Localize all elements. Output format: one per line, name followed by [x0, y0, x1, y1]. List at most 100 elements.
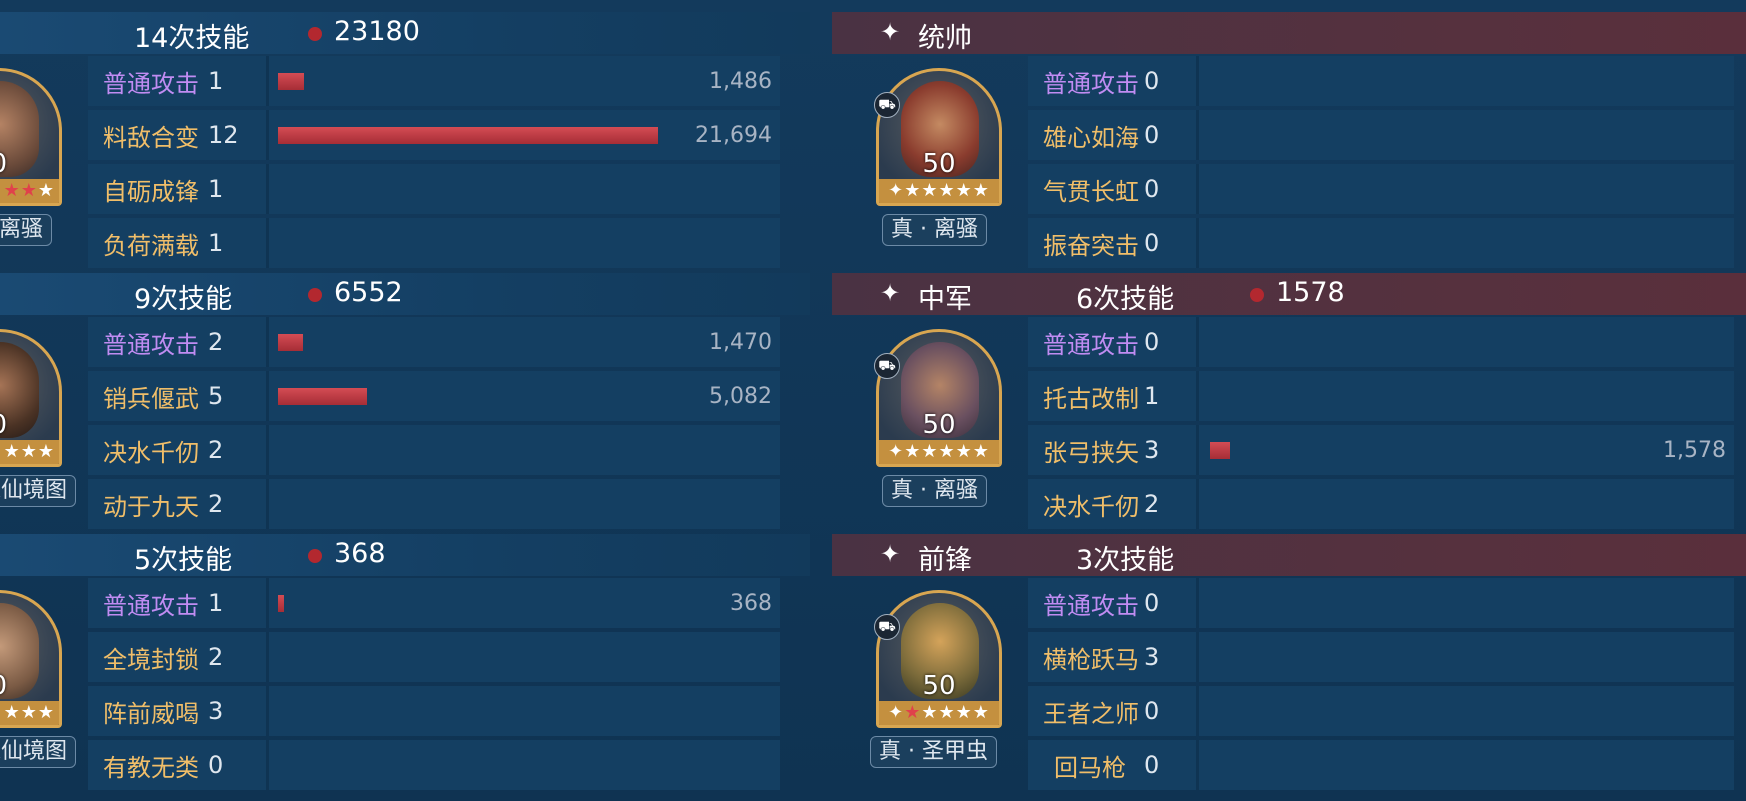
- damage-dot-icon: [308, 549, 322, 563]
- skill-row[interactable]: 有教无类 0: [88, 740, 780, 790]
- skill-name: 自砺成锋: [103, 177, 199, 206]
- section-header: 军 9次技能 6552: [0, 273, 810, 315]
- row-divider: [266, 686, 269, 736]
- sparkle-icon: ✦: [880, 540, 901, 568]
- skill-name: 普通攻击: [103, 591, 199, 620]
- skill-row[interactable]: 横枪跃马 3: [1028, 632, 1734, 682]
- troop-type-icon: ⛟: [874, 92, 900, 118]
- hero-stars: ✦★★★★★: [879, 440, 999, 464]
- hero-avatar[interactable]: 0 ★★★: [0, 590, 62, 728]
- skill-row[interactable]: 王者之师 0: [1028, 686, 1734, 736]
- skill-row[interactable]: 张弓挟矢 3 1,578: [1028, 425, 1734, 475]
- row-divider: [1196, 740, 1199, 790]
- skill-casts: 12: [208, 121, 239, 149]
- row-divider: [1196, 632, 1199, 682]
- skill-row[interactable]: 阵前威喝 3: [88, 686, 780, 736]
- right-team-panel: ✦ 统帅 50 ✦★★★★★ ⛟ 真 · 离骚 普通攻击 0 雄心如海 0 气贯…: [832, 0, 1746, 801]
- row-divider: [266, 371, 269, 421]
- skill-name: 普通攻击: [1043, 69, 1139, 98]
- skill-row[interactable]: 普通攻击 0: [1028, 578, 1734, 628]
- row-divider: [266, 56, 269, 106]
- row-divider: [1196, 425, 1199, 475]
- skill-name: 雄心如海: [1043, 123, 1139, 152]
- right-section-vanguard: ✦ 前锋 3次技能 50 ✦★★★★★ ⛟ 真 · 圣甲虫 普通攻击 0 横枪跃…: [832, 522, 1746, 790]
- total-damage: 1578: [1276, 277, 1345, 308]
- damage-bar: [278, 388, 367, 405]
- row-divider: [1196, 164, 1199, 214]
- total-damage: 368: [334, 538, 386, 569]
- skill-row[interactable]: 回马枪 0: [1028, 740, 1734, 790]
- damage-bar: [278, 73, 304, 90]
- skill-name: 决水千仞: [103, 438, 199, 467]
- troop-type-icon: ⛟: [874, 614, 900, 640]
- skill-casts: 5: [208, 382, 224, 410]
- hero-avatar[interactable]: 0 ★★★: [0, 329, 62, 467]
- skill-row[interactable]: 普通攻击 1 368: [88, 578, 780, 628]
- skill-casts: 2: [208, 328, 224, 356]
- row-divider: [266, 578, 269, 628]
- hero-stars: ✦★★★★★: [879, 701, 999, 725]
- damage-bar: [1210, 442, 1230, 459]
- skill-name: 普通攻击: [1043, 330, 1139, 359]
- row-divider: [1196, 317, 1199, 367]
- row-divider: [266, 632, 269, 682]
- role-label: 统帅: [918, 23, 972, 54]
- skill-row[interactable]: 雄心如海 0: [1028, 110, 1734, 160]
- damage-bar: [278, 127, 658, 144]
- skill-row[interactable]: 普通攻击 0: [1028, 317, 1734, 367]
- skill-name: 普通攻击: [103, 69, 199, 98]
- skill-casts: 0: [1144, 697, 1160, 725]
- skill-row[interactable]: 普通攻击 0: [1028, 56, 1734, 106]
- skill-row[interactable]: 决水千仞 2: [88, 425, 780, 475]
- skill-name: 振奋突击: [1043, 231, 1139, 260]
- skill-name: 全境封锁: [103, 645, 199, 674]
- total-damage: 23180: [334, 16, 420, 47]
- hero-avatar[interactable]: 50 ✦★★★★★: [876, 329, 1002, 467]
- hero-stars: ★★★: [0, 179, 59, 203]
- skill-row[interactable]: 气贯长虹 0: [1028, 164, 1734, 214]
- hero-avatar[interactable]: 0 ★★★: [0, 68, 62, 206]
- skill-row[interactable]: 销兵偃武 5 5,082: [88, 371, 780, 421]
- hero-level: 0: [0, 410, 59, 440]
- damage-dot-icon: [1250, 288, 1264, 302]
- hero-level: 50: [922, 671, 956, 701]
- skill-name: 回马枪: [1054, 753, 1126, 782]
- skill-casts: 0: [1144, 67, 1160, 95]
- skill-damage: 1,578: [1663, 437, 1726, 463]
- hero-level: 0: [0, 149, 59, 179]
- row-divider: [266, 110, 269, 160]
- hero-avatar[interactable]: 50 ✦★★★★★: [876, 590, 1002, 728]
- damage-bar: [278, 595, 284, 612]
- hero-tag: 真 · 离骚: [882, 475, 987, 507]
- skill-name: 气贯长虹: [1043, 177, 1139, 206]
- skill-damage: 21,694: [695, 122, 772, 148]
- star-row: ★★★★★: [904, 180, 990, 201]
- left-section-commander: 帅 14次技能 23180 0 ★★★ 离骚 普通攻击 1 1,486 料敌合变…: [0, 0, 810, 268]
- skill-casts: 2: [1144, 490, 1160, 518]
- skill-name: 横枪跃马: [1043, 645, 1139, 674]
- hero-tag: 源仙境图: [0, 736, 77, 768]
- skill-casts: 2: [208, 643, 224, 671]
- skill-casts: 0: [1144, 175, 1160, 203]
- skill-name: 动于九天: [103, 492, 199, 521]
- skill-name: 普通攻击: [1043, 591, 1139, 620]
- skill-row[interactable]: 自砺成锋 1: [88, 164, 780, 214]
- skill-count: 5次技能: [134, 545, 233, 576]
- skill-name: 王者之师: [1043, 699, 1139, 728]
- skill-casts: 0: [1144, 328, 1160, 356]
- section-header: ✦ 中军 6次技能 1578: [832, 273, 1746, 315]
- skill-row[interactable]: 料敌合变 12 21,694: [88, 110, 780, 160]
- skill-row[interactable]: 托古改制 1: [1028, 371, 1734, 421]
- hero-avatar[interactable]: 50 ✦★★★★★: [876, 68, 1002, 206]
- hero-level: 50: [922, 149, 956, 179]
- skill-row[interactable]: 普通攻击 1 1,486: [88, 56, 780, 106]
- skill-casts: 1: [208, 175, 224, 203]
- skill-row[interactable]: 普通攻击 2 1,470: [88, 317, 780, 367]
- row-divider: [266, 317, 269, 367]
- skill-row[interactable]: 全境封锁 2: [88, 632, 780, 682]
- left-section-vanguard: 锋 5次技能 368 0 ★★★ 源仙境图 普通攻击 1 368 全境封锁 2: [0, 522, 810, 790]
- skill-name: 普通攻击: [103, 330, 199, 359]
- left-section-center: 军 9次技能 6552 0 ★★★ 源仙境图 普通攻击 2 1,470 销兵偃武…: [0, 261, 810, 529]
- skill-casts: 0: [1144, 121, 1160, 149]
- hero-tag: 源仙境图: [0, 475, 77, 507]
